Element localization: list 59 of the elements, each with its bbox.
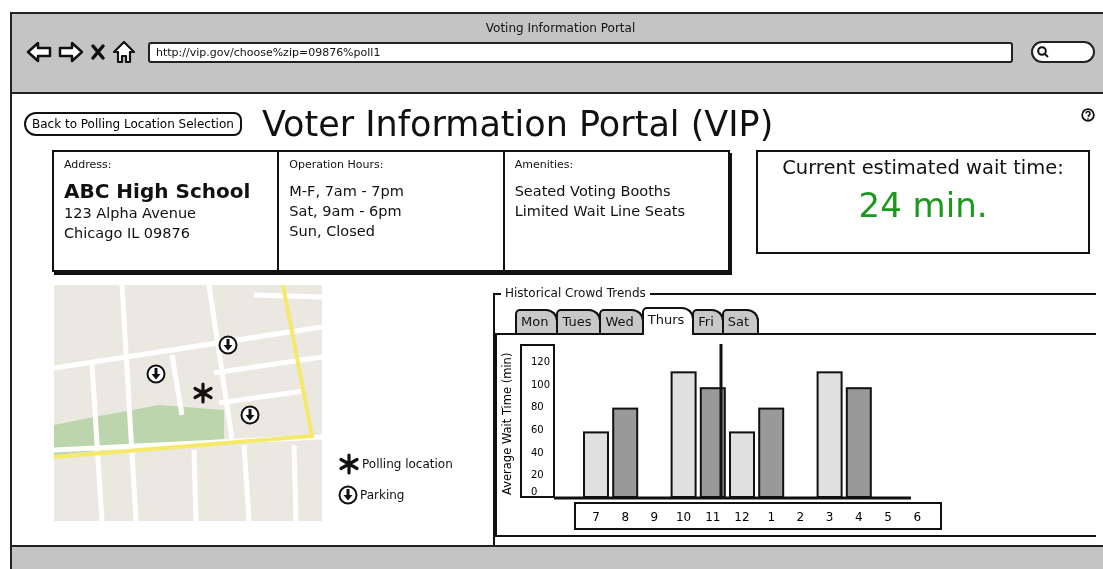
- tick-label: 6: [913, 510, 921, 524]
- polling-location-icon: [192, 382, 214, 404]
- day-tab[interactable]: Mon: [515, 309, 559, 333]
- home-icon[interactable]: [112, 40, 136, 64]
- tick-label: 8: [621, 510, 629, 524]
- day-tab[interactable]: Tues: [556, 309, 602, 333]
- parking-icon: [240, 405, 260, 425]
- info-text: Chicago IL 09876: [64, 224, 191, 243]
- group-title: Historical Crowd Trends: [501, 286, 650, 300]
- tick-label: 3: [825, 510, 834, 524]
- tick-label: 0: [531, 486, 538, 497]
- wait-time-value: 24 min.: [858, 185, 988, 225]
- polling-location-icon: [338, 453, 360, 475]
- window-title: Voting Information Portal: [484, 20, 637, 37]
- legend-label: Polling location: [362, 457, 453, 471]
- tick-label: 60: [531, 424, 544, 435]
- info-text: M-F, 7am - 7pm: [289, 182, 405, 201]
- forward-arrow-icon[interactable]: [58, 41, 84, 63]
- url-field[interactable]: http://vip.gov/choose%zip=09876%poll1: [148, 41, 1013, 63]
- page-title: Voter Information Portal (VIP): [261, 104, 774, 144]
- tick-label: 100: [531, 378, 551, 390]
- tick-label: 9: [650, 510, 659, 524]
- info-text: Sun, Closed: [289, 222, 376, 241]
- axis-title: Average Wait Time (min): [500, 352, 514, 495]
- day-tab[interactable]: Thurs: [641, 307, 695, 335]
- info-text: Seated Voting Booths: [514, 182, 672, 201]
- info-text: 123 Alpha Avenue: [64, 204, 197, 223]
- info-text: Limited Wait Line Seats: [514, 202, 687, 221]
- parking-icon: [146, 364, 166, 384]
- search-field[interactable]: [1031, 41, 1095, 63]
- help-icon[interactable]: [1081, 108, 1095, 122]
- close-icon[interactable]: [90, 43, 106, 61]
- location-name: ABC High School: [64, 179, 252, 203]
- back-arrow-icon[interactable]: [26, 41, 52, 63]
- day-tab[interactable]: Sat: [721, 309, 760, 333]
- back-button[interactable]: Back to Polling Location Selection: [24, 112, 242, 136]
- field-label: Amenities:: [514, 158, 575, 171]
- tick-label: 40: [531, 446, 544, 458]
- tick-label: 120: [531, 356, 551, 367]
- tick-label: 11: [705, 510, 721, 524]
- tick-label: 20: [531, 469, 544, 481]
- tick-label: 4: [855, 510, 863, 524]
- legend-label: Parking: [360, 488, 405, 502]
- field-label: Operation Hours:: [289, 158, 385, 171]
- info-text: Sat, 9am - 6pm: [289, 202, 403, 221]
- tick-label: 2: [796, 510, 805, 524]
- field-label: Address:: [64, 158, 113, 171]
- tick-label: 1: [767, 510, 775, 524]
- day-tab[interactable]: Fri: [692, 309, 724, 333]
- wait-time-label: Current estimated wait time:: [782, 156, 1064, 179]
- tick-label: 5: [884, 510, 892, 524]
- tick-label: 7: [592, 510, 600, 524]
- tick-label: 12: [734, 510, 750, 524]
- day-tab[interactable]: Wed: [599, 309, 644, 333]
- tick-label: 10: [675, 510, 692, 524]
- tick-label: 80: [531, 401, 544, 413]
- search-icon: [1037, 46, 1049, 58]
- parking-icon: [218, 335, 238, 355]
- parking-icon: [338, 485, 358, 505]
